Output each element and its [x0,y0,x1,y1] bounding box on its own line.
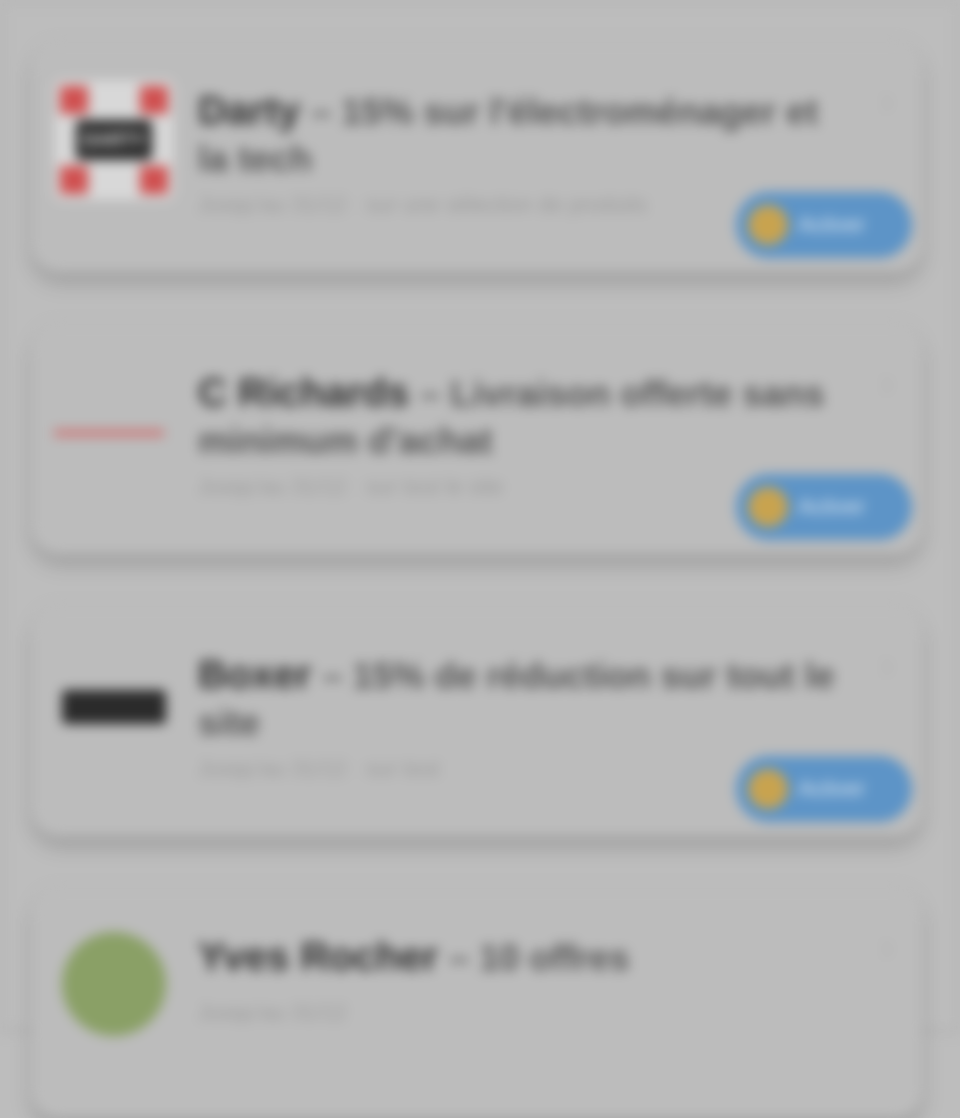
chevron-icon[interactable]: › [870,363,904,403]
activate-button[interactable]: Activer [736,756,912,822]
chevron-icon[interactable]: › [870,81,904,121]
chevron-icon[interactable]: › [870,645,904,685]
offer-title: Yves Rocher – 10 offres [198,935,630,979]
offer-subtitle: Jusqu'au 31/12 · sur une sélection de pr… [198,192,648,217]
offers-list-screen: DARTY Darty – 15% sur l'électroménager e… [0,0,960,1118]
svg-text:DARTY: DARTY [83,130,145,150]
offer-card-crichards[interactable]: C Richards – Livraison offerte sans mini… [32,324,922,554]
boxer-logo-icon [54,644,174,764]
darty-logo-icon: DARTY [54,80,174,200]
offer-card-boxer[interactable]: Boxer – 15% de réduction sur tout le sit… [32,606,922,836]
crichards-logo-icon [54,362,174,482]
offer-subtitle: Jusqu'au 31/12 · sur tout [198,756,440,781]
chevron-icon[interactable]: › [870,927,904,967]
coin-icon [748,205,788,245]
offer-title: Boxer – 15% de réduction sur tout le sit… [198,653,835,743]
offer-card-yves-rocher[interactable]: Yves Rocher – 10 offres Jusqu'au 31/12 › [32,888,922,1118]
offer-brand: C Richards [198,371,410,415]
yves-rocher-logo-icon [54,924,174,1044]
activate-label: Activer [798,494,866,519]
offer-subtitle: Jusqu'au 31/12 [198,1000,347,1025]
offer-title: Darty – 15% sur l'électroménager et la t… [198,89,819,179]
offer-title: C Richards – Livraison offerte sans mini… [198,371,825,461]
offer-brand: Yves Rocher [198,935,439,979]
offer-brand: Boxer [198,653,312,697]
coin-icon [748,769,788,809]
offer-card-darty[interactable]: DARTY Darty – 15% sur l'électroménager e… [32,42,922,272]
activate-button[interactable]: Activer [736,474,912,540]
coin-icon [748,487,788,527]
activate-label: Activer [798,776,866,801]
offer-description: 10 offres [479,937,630,978]
offer-brand: Darty [198,89,301,133]
activate-label: Activer [798,212,866,237]
offer-subtitle: Jusqu'au 31/12 · sur tout le site [198,474,504,499]
activate-button[interactable]: Activer [736,192,912,258]
